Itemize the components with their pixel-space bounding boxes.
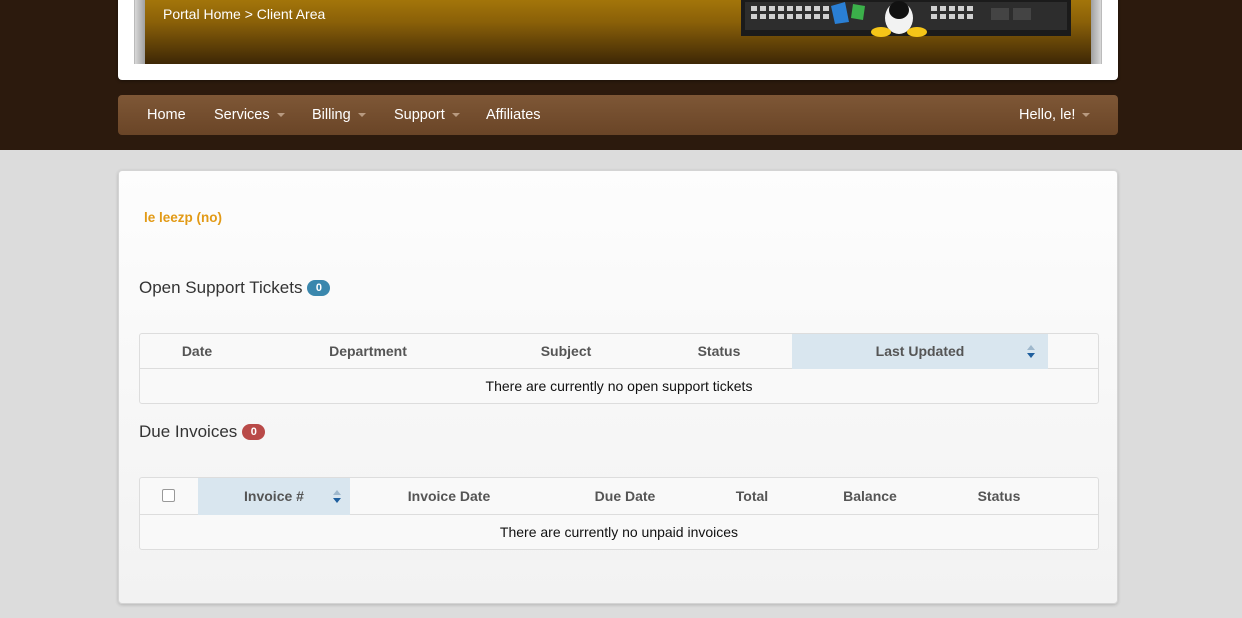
breadcrumb-separator: > bbox=[244, 6, 253, 22]
server-banner-image bbox=[741, 0, 1071, 37]
nav-billing-label: Billing bbox=[312, 107, 351, 123]
col-last-updated[interactable]: Last Updated bbox=[792, 334, 1048, 369]
open-tickets-title: Open Support Tickets bbox=[139, 278, 303, 297]
site-header: Portal Home > Client Area bbox=[118, 0, 1118, 80]
invoices-table-header: Invoice # Invoice Date Due Date Total Ba… bbox=[140, 478, 1098, 515]
col-subject[interactable]: Subject bbox=[510, 334, 622, 369]
col-due-date[interactable]: Due Date bbox=[570, 478, 680, 515]
invoices-empty-message: There are currently no unpaid invoices bbox=[499, 524, 739, 540]
nav-affiliates-label: Affiliates bbox=[486, 107, 541, 123]
nav-services[interactable]: Services bbox=[214, 95, 285, 135]
breadcrumb: Portal Home > Client Area bbox=[163, 6, 325, 22]
col-invoice-number[interactable]: Invoice # bbox=[198, 478, 350, 515]
header-banner: Portal Home > Client Area bbox=[134, 0, 1102, 64]
nav-services-label: Services bbox=[214, 107, 270, 123]
col-invoice-status[interactable]: Status bbox=[960, 478, 1038, 515]
nav-billing[interactable]: Billing bbox=[312, 95, 366, 135]
main-navbar: Home Services Billing Support Affiliates… bbox=[118, 95, 1118, 135]
sort-desc-icon bbox=[1027, 345, 1035, 358]
col-date[interactable]: Date bbox=[140, 334, 254, 369]
user-menu[interactable]: Hello, le! bbox=[1019, 95, 1091, 135]
caret-down-icon bbox=[1082, 113, 1091, 117]
caret-down-icon bbox=[357, 113, 366, 117]
open-tickets-heading: Open Support Tickets 0 bbox=[139, 278, 331, 298]
select-all-checkbox[interactable] bbox=[162, 489, 175, 502]
tickets-table: Date Department Subject Status Last Upda… bbox=[139, 333, 1099, 404]
nav-support-label: Support bbox=[394, 107, 445, 123]
due-invoices-count-badge: 0 bbox=[242, 424, 266, 440]
open-tickets-count-badge: 0 bbox=[307, 280, 331, 296]
col-department[interactable]: Department bbox=[290, 334, 446, 369]
tickets-table-header: Date Department Subject Status Last Upda… bbox=[140, 334, 1098, 369]
nav-affiliates[interactable]: Affiliates bbox=[486, 95, 541, 135]
col-last-updated-label: Last Updated bbox=[875, 343, 965, 359]
col-invoice-number-label: Invoice # bbox=[244, 488, 304, 504]
col-invoice-date[interactable]: Invoice Date bbox=[380, 478, 518, 515]
nav-home-label: Home bbox=[147, 107, 186, 123]
invoices-table: Invoice # Invoice Date Due Date Total Ba… bbox=[139, 477, 1099, 550]
sort-desc-icon bbox=[333, 490, 341, 503]
col-status[interactable]: Status bbox=[670, 334, 768, 369]
col-total[interactable]: Total bbox=[714, 478, 790, 515]
caret-down-icon bbox=[451, 113, 460, 117]
nav-support[interactable]: Support bbox=[394, 95, 460, 135]
due-invoices-heading: Due Invoices 0 bbox=[139, 422, 266, 442]
tickets-empty-message: There are currently no open support tick… bbox=[485, 378, 753, 394]
client-name: le leezp (no) bbox=[144, 210, 223, 225]
breadcrumb-current: Client Area bbox=[256, 6, 326, 22]
breadcrumb-home-link[interactable]: Portal Home bbox=[163, 6, 241, 22]
caret-down-icon bbox=[276, 113, 285, 117]
nav-home[interactable]: Home bbox=[147, 95, 186, 135]
client-area-panel: le leezp (no) Open Support Tickets 0 Dat… bbox=[118, 170, 1118, 604]
user-menu-label: Hello, le! bbox=[1019, 107, 1076, 123]
due-invoices-title: Due Invoices bbox=[139, 422, 238, 441]
col-balance[interactable]: Balance bbox=[820, 478, 920, 515]
